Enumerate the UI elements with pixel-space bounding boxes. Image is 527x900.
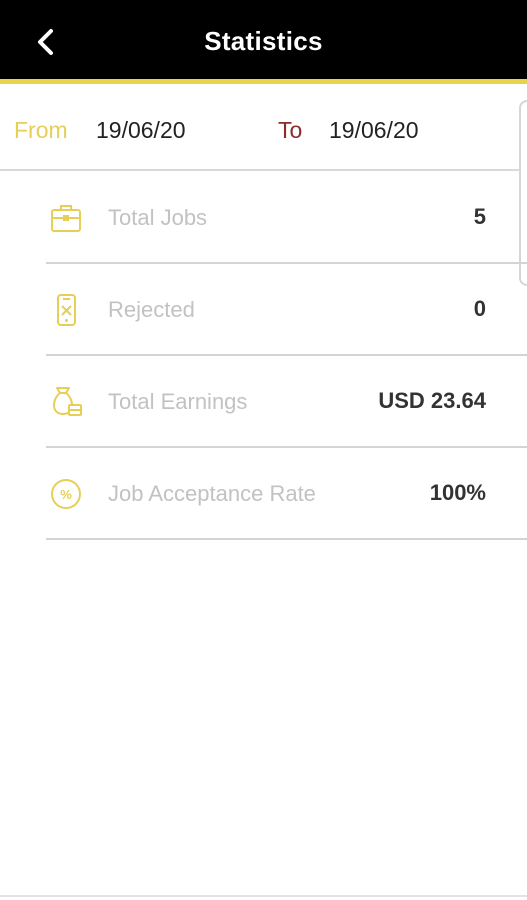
stat-value: 100% [429, 480, 486, 505]
money-bag-icon [48, 384, 84, 420]
to-label: To [278, 117, 303, 143]
svg-text:%: % [60, 487, 72, 502]
stat-label: Job Acceptance Rate [108, 481, 316, 506]
bottom-divider [0, 895, 527, 897]
percent-circle-icon: % [48, 476, 84, 512]
date-range-row: From 19/06/20 To 19/06/20 [0, 89, 527, 171]
to-date-field[interactable]: 19/06/20 [329, 117, 419, 144]
stat-label: Total Jobs [108, 205, 208, 230]
stat-label: Rejected [108, 297, 195, 322]
page-title: Statistics [204, 26, 323, 56]
stat-row-total-earnings: Total Earnings USD 23.64 [46, 356, 527, 448]
phone-rejected-icon [48, 292, 84, 328]
briefcase-icon [48, 200, 84, 236]
stat-row-total-jobs: Total Jobs 5 [46, 172, 527, 264]
stat-value: USD 23.64 [378, 388, 486, 413]
stat-value: 0 [473, 296, 486, 321]
from-label: From [14, 117, 68, 143]
top-app-bar: Statistics [0, 0, 527, 84]
stat-row-acceptance-rate: % Job Acceptance Rate 100% [46, 448, 527, 540]
from-date-field[interactable]: 19/06/20 [96, 117, 186, 144]
stat-row-rejected: Rejected 0 [46, 264, 527, 356]
stat-label: Total Earnings [108, 389, 248, 414]
stat-value: 5 [473, 204, 486, 229]
